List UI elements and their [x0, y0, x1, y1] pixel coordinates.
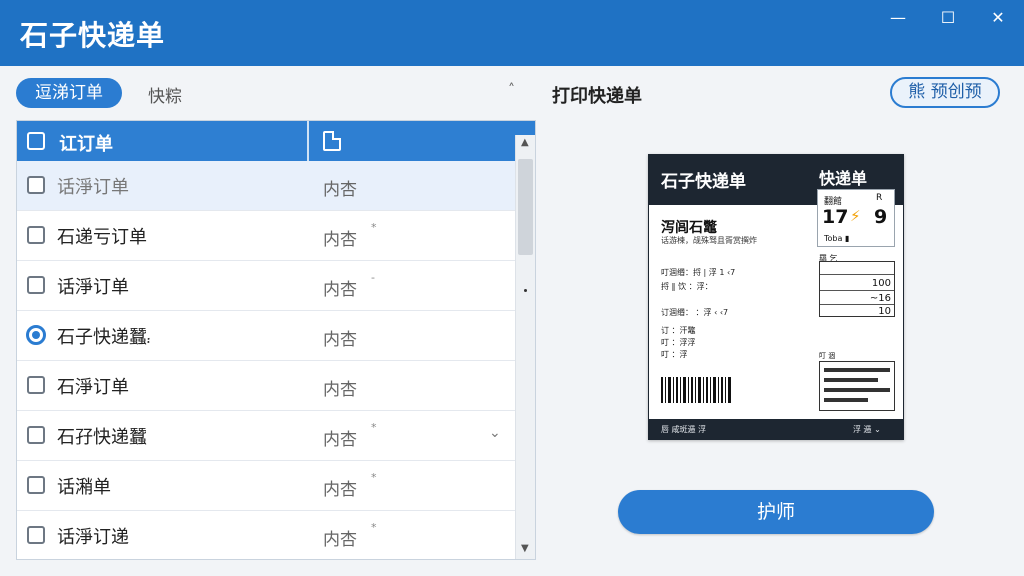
- slip-value: 100: [871, 278, 891, 289]
- slip-value: ~16: [869, 293, 891, 304]
- row-checkbox[interactable]: [27, 476, 45, 494]
- row-checkbox[interactable]: [27, 276, 45, 294]
- header-divider: [307, 121, 309, 161]
- tab-orders[interactable]: 逗涕订单: [16, 78, 122, 108]
- slip-address: 话游楝，觇殊驽且胥赏撰炸: [661, 236, 757, 245]
- card-footer: Toba ▮: [824, 234, 850, 243]
- tab-secondary[interactable]: 快粽: [148, 82, 182, 107]
- print-button[interactable]: 护师: [618, 490, 934, 534]
- document-icon[interactable]: [323, 131, 341, 151]
- row-status: 内杏: [323, 280, 357, 300]
- row-status: 内杏: [323, 330, 357, 350]
- row-checkbox[interactable]: [27, 226, 45, 244]
- row-label: 石子快递蠶᎓: [57, 327, 150, 348]
- barcode: [661, 377, 731, 403]
- slip-type: 快递单: [819, 169, 868, 188]
- block-bar: [824, 368, 890, 372]
- table-rule: [820, 274, 894, 275]
- table-row[interactable]: 石孖快递蠶 内杏 * ⌄: [17, 411, 515, 461]
- slip-line: 订 ：汗鼈: [661, 326, 696, 335]
- row-mark: *: [371, 471, 377, 484]
- header-label: 讧订单: [59, 134, 113, 155]
- slip-brand: 石子快递单: [661, 172, 746, 192]
- slip-footer-right: 浮 逓 ⌄: [853, 425, 881, 434]
- row-checkbox[interactable]: [27, 426, 45, 444]
- table-row[interactable]: 石子快递蠶᎓ 内杏: [17, 311, 515, 361]
- row-mark: *: [371, 521, 377, 534]
- row-label: 石孖快递蠶: [57, 427, 147, 448]
- shipping-label-preview: 石子快递单 快递单 翻館 R 17 ⚡ 9 Toba ▮ 泻闾石鼈 话游楝，觇殊…: [648, 154, 904, 440]
- row-label: 话淨订单: [57, 277, 129, 298]
- collapse-icon[interactable]: ˄: [508, 82, 515, 98]
- vertical-scrollbar[interactable]: ▲ ▼: [515, 135, 535, 559]
- slip-footer: 唇 咸斑逓 浮 浮 逓 ⌄: [649, 419, 903, 439]
- row-status: 内杏: [323, 380, 357, 400]
- row-checkbox[interactable]: [27, 376, 45, 394]
- row-label: 石淨订单: [57, 377, 129, 398]
- print-section-title: 打印快递单: [552, 86, 642, 107]
- title-bar: 石子快递单 — ☐ ✕: [0, 0, 1024, 66]
- scroll-up-icon[interactable]: ▲: [521, 137, 529, 148]
- slip-footer-left: 唇 咸斑逓 浮: [661, 425, 707, 434]
- slip-line: 叮涸缗：捋 | 浮 1 ‹7: [661, 268, 736, 277]
- close-icon[interactable]: ✕: [978, 6, 1018, 30]
- slip-line: 捋 ‖ 饮 ：浮：: [661, 282, 713, 291]
- slip-recipient: 泻闾石鼈: [661, 220, 717, 236]
- slip-block: [819, 361, 895, 411]
- scroll-down-icon[interactable]: ▼: [521, 543, 529, 554]
- row-mark: *: [371, 221, 377, 234]
- card-r: R: [876, 193, 883, 203]
- card-number-a: 17: [822, 206, 849, 228]
- maximize-icon[interactable]: ☐: [928, 6, 968, 30]
- row-mark: -: [371, 271, 375, 284]
- table-rule: [820, 304, 894, 305]
- slip-block-label: 叮 涸: [819, 352, 836, 360]
- order-table: 讧订单 话淨订单 内杏 石递亏订单 内杏 * 话淨订单 内杏 - 石子快递蠶᎓ …: [16, 120, 536, 560]
- row-label: 话淨订单: [57, 177, 129, 198]
- table-row[interactable]: 话淨订单 内杏 -: [17, 261, 515, 311]
- table-row[interactable]: 话潲单 内杏 *: [17, 461, 515, 511]
- block-bar: [824, 378, 878, 382]
- block-bar: [824, 398, 868, 402]
- slip-line: 叮 ：浮: [661, 350, 688, 359]
- table-rule: [820, 290, 894, 291]
- lightning-icon: ⚡: [850, 207, 861, 225]
- slip-value-table: 100 ~16 10: [819, 261, 895, 317]
- table-rows: 话淨订单 内杏 石递亏订单 内杏 * 话淨订单 内杏 - 石子快递蠶᎓ 内杏 石…: [17, 161, 515, 559]
- preview-button[interactable]: 熊 预创预: [890, 77, 1000, 108]
- card-number-b: 9: [874, 206, 888, 228]
- select-all-checkbox[interactable]: [27, 132, 45, 150]
- table-row[interactable]: 话淨订单 内杏: [17, 161, 515, 211]
- row-status: 内杏: [323, 180, 357, 200]
- row-status: 内杏: [323, 230, 357, 250]
- row-status: 内杏: [323, 430, 357, 450]
- order-panel: 逗涕订单 快粽 ˄ 讧订单 话淨订单 内杏 石递亏订单 内杏 * 话淨订单 内杏…: [10, 72, 536, 568]
- slip-route-card: 翻館 R 17 ⚡ 9 Toba ▮: [817, 189, 895, 247]
- panel-toolbar: 逗涕订单 快粽 ˄: [14, 78, 530, 110]
- row-checkbox[interactable]: [27, 176, 45, 194]
- table-row[interactable]: 话淨订递 内杏 *: [17, 511, 515, 559]
- row-status: 内杏: [323, 480, 357, 500]
- table-row[interactable]: 石淨订单 内杏: [17, 361, 515, 411]
- row-label: 石递亏订单: [57, 227, 147, 248]
- scroll-marker: [524, 289, 527, 292]
- row-status: 内杏: [323, 530, 357, 550]
- row-checkbox[interactable]: [27, 526, 45, 544]
- row-label: 话淨订递: [57, 527, 129, 548]
- row-mark: *: [371, 421, 377, 434]
- row-label: 话潲单: [57, 477, 111, 498]
- scroll-thumb[interactable]: [518, 159, 533, 255]
- chevron-down-icon[interactable]: ⌄: [489, 425, 501, 441]
- table-row[interactable]: 石递亏订单 内杏 *: [17, 211, 515, 261]
- table-header: 讧订单: [17, 121, 535, 161]
- slip-line: 叮 ：浮浮: [661, 338, 696, 347]
- slip-value: 10: [878, 306, 891, 317]
- window-title: 石子快递单: [20, 19, 166, 52]
- row-radio[interactable]: [26, 325, 46, 345]
- slip-line: 订涸缗： ：浮 ‹ ‹7: [661, 308, 729, 317]
- minimize-icon[interactable]: —: [878, 6, 918, 30]
- block-bar: [824, 388, 890, 392]
